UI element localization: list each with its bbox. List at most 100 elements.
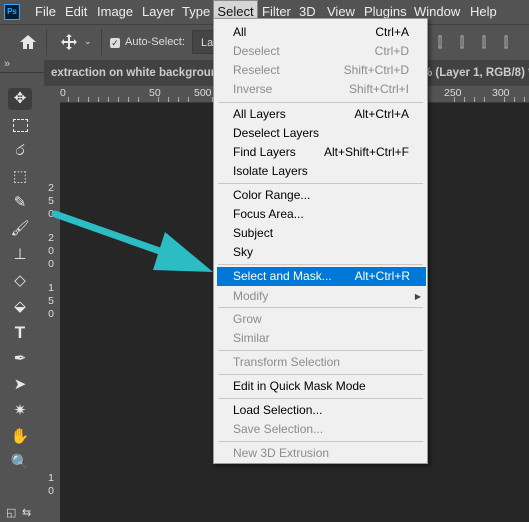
ruler-tick (168, 97, 169, 102)
menu-item-modify[interactable]: Modify ▶ (214, 287, 427, 306)
menu-item-focus-area[interactable]: Focus Area... (214, 205, 427, 224)
divider (101, 29, 102, 55)
menu-separator (218, 350, 423, 351)
ruler-tick (128, 97, 129, 102)
vertical-ruler: 2 5 0 2 0 0 1 5 0 1 0 (44, 102, 60, 522)
collapse-panel-icon[interactable]: » (4, 58, 10, 70)
stamp-tool-icon[interactable]: ⊥ (8, 244, 32, 266)
home-icon[interactable] (18, 33, 38, 51)
ruler-tick (504, 97, 505, 102)
swap-colors-icon[interactable]: ⇆ (22, 506, 31, 519)
menu-file[interactable]: File (35, 0, 56, 24)
auto-select-label: Auto-Select: (125, 36, 185, 48)
divider (0, 72, 44, 73)
fill-tool-icon[interactable]: ⬙ (8, 296, 32, 318)
ruler-tick (484, 97, 485, 102)
menu-item-transform-selection[interactable]: Transform Selection (214, 353, 427, 372)
photoshop-logo-icon: Ps (4, 4, 20, 20)
menu-item-deselect[interactable]: Deselect Ctrl+D (214, 42, 427, 61)
align-top-icon[interactable]: ⫿ (499, 34, 513, 50)
lasso-tool-icon[interactable]: ර (8, 140, 32, 162)
align-center-icon[interactable]: ⫿ (455, 34, 469, 50)
align-right-icon[interactable]: ⫿ (477, 34, 491, 50)
menu-item-grow[interactable]: Grow (214, 310, 427, 329)
menu-item-inverse[interactable]: Inverse Shift+Ctrl+I (214, 80, 427, 99)
ruler-tick (88, 97, 89, 102)
ruler-tick (454, 97, 455, 102)
menu-separator (218, 307, 423, 308)
menu-type[interactable]: Type (182, 0, 210, 24)
default-colors-icon[interactable]: ◱ (6, 506, 16, 519)
menu-item-quick-mask[interactable]: Edit in Quick Mask Mode (214, 377, 427, 396)
ruler-label: 0 (48, 308, 54, 320)
pen-tool-icon[interactable]: ✒ (8, 348, 32, 370)
menu-help[interactable]: Help (470, 0, 497, 24)
ruler-label: 2 (48, 182, 54, 194)
ruler-tick (158, 97, 159, 102)
menu-item-select-and-mask[interactable]: Select and Mask... Alt+Ctrl+R (217, 267, 426, 286)
menu-item-save-selection[interactable]: Save Selection... (214, 420, 427, 439)
type-tool-icon[interactable]: T (8, 322, 32, 344)
menu-separator (218, 264, 423, 265)
menu-layer[interactable]: Layer (142, 0, 175, 24)
menu-item-subject[interactable]: Subject (214, 224, 427, 243)
ruler-tick (474, 97, 475, 102)
menu-separator (218, 441, 423, 442)
menu-edit[interactable]: Edit (65, 0, 87, 24)
ruler-label: 1 (48, 472, 54, 484)
path-select-tool-icon[interactable]: ➤ (8, 374, 32, 396)
tools-panel: » ✥ ර ⬚ ✎ 🖌 ⊥ ◇ ⬙ T ✒ ➤ ✷ ✋ 🔍 ◱ ⇆ (0, 58, 45, 522)
menu-item-new-3d-extrusion[interactable]: New 3D Extrusion (214, 444, 427, 463)
move-tool-icon[interactable] (60, 33, 78, 51)
ruler-tick (138, 97, 139, 102)
chevron-down-icon[interactable]: ⌄ (84, 36, 92, 47)
brush-tool-icon[interactable]: 🖌 (8, 218, 32, 240)
ruler-label: 5 (48, 295, 54, 307)
ruler-label: 300 (492, 87, 510, 99)
ruler-label: 0 (60, 87, 66, 99)
menu-image[interactable]: Image (97, 0, 133, 24)
object-select-tool-icon[interactable]: ⬚ (8, 166, 32, 188)
menu-item-deselect-layers[interactable]: Deselect Layers (214, 124, 427, 143)
menu-item-similar[interactable]: Similar (214, 329, 427, 348)
menu-separator (218, 183, 423, 184)
ruler-label: 250 (444, 87, 462, 99)
menu-item-color-range[interactable]: Color Range... (214, 186, 427, 205)
shape-tool-icon[interactable]: ✷ (8, 400, 32, 422)
auto-select-value: La (201, 37, 214, 49)
submenu-arrow-icon: ▶ (414, 292, 421, 301)
menu-item-load-selection[interactable]: Load Selection... (214, 401, 427, 420)
menu-item-isolate-layers[interactable]: Isolate Layers (214, 162, 427, 181)
ruler-tick (108, 97, 109, 102)
eyedropper-tool-icon[interactable]: ✎ (8, 192, 32, 214)
hand-tool-icon[interactable]: ✋ (8, 426, 32, 448)
document-tab-suffix[interactable]: % (Layer 1, RGB/8) * (422, 60, 529, 86)
menu-item-find-layers[interactable]: Find Layers Alt+Shift+Ctrl+F (214, 143, 427, 162)
auto-select-checkbox[interactable]: ✓ (110, 38, 120, 48)
ruler-label: 0 (48, 485, 54, 497)
ruler-tick (514, 97, 515, 102)
zoom-tool-icon[interactable]: 🔍 (8, 452, 32, 474)
divider (46, 29, 47, 55)
ruler-tick (524, 97, 525, 102)
annotation-arrow (51, 210, 213, 272)
menu-item-reselect[interactable]: Reselect Shift+Ctrl+D (214, 61, 427, 80)
ruler-tick (78, 97, 79, 102)
menu-item-all-layers[interactable]: All Layers Alt+Ctrl+A (214, 105, 427, 124)
ruler-label: 1 (48, 282, 54, 294)
menu-item-all[interactable]: All Ctrl+A (214, 23, 427, 42)
ruler-tick (118, 97, 119, 102)
document-tab-title[interactable]: extraction on white background (51, 60, 225, 86)
ruler-label: 500 (194, 87, 212, 99)
menu-item-sky[interactable]: Sky (214, 243, 427, 262)
move-tool-icon[interactable]: ✥ (8, 88, 32, 110)
marquee-tool-icon[interactable] (8, 114, 32, 136)
eraser-tool-icon[interactable]: ◇ (8, 270, 32, 292)
menu-separator (218, 102, 423, 103)
menu-separator (218, 374, 423, 375)
ruler-tick (464, 97, 465, 102)
ruler-tick (188, 97, 189, 102)
ruler-tick (178, 97, 179, 102)
align-left-icon[interactable]: ⫿ (433, 34, 447, 50)
ruler-tick (98, 97, 99, 102)
